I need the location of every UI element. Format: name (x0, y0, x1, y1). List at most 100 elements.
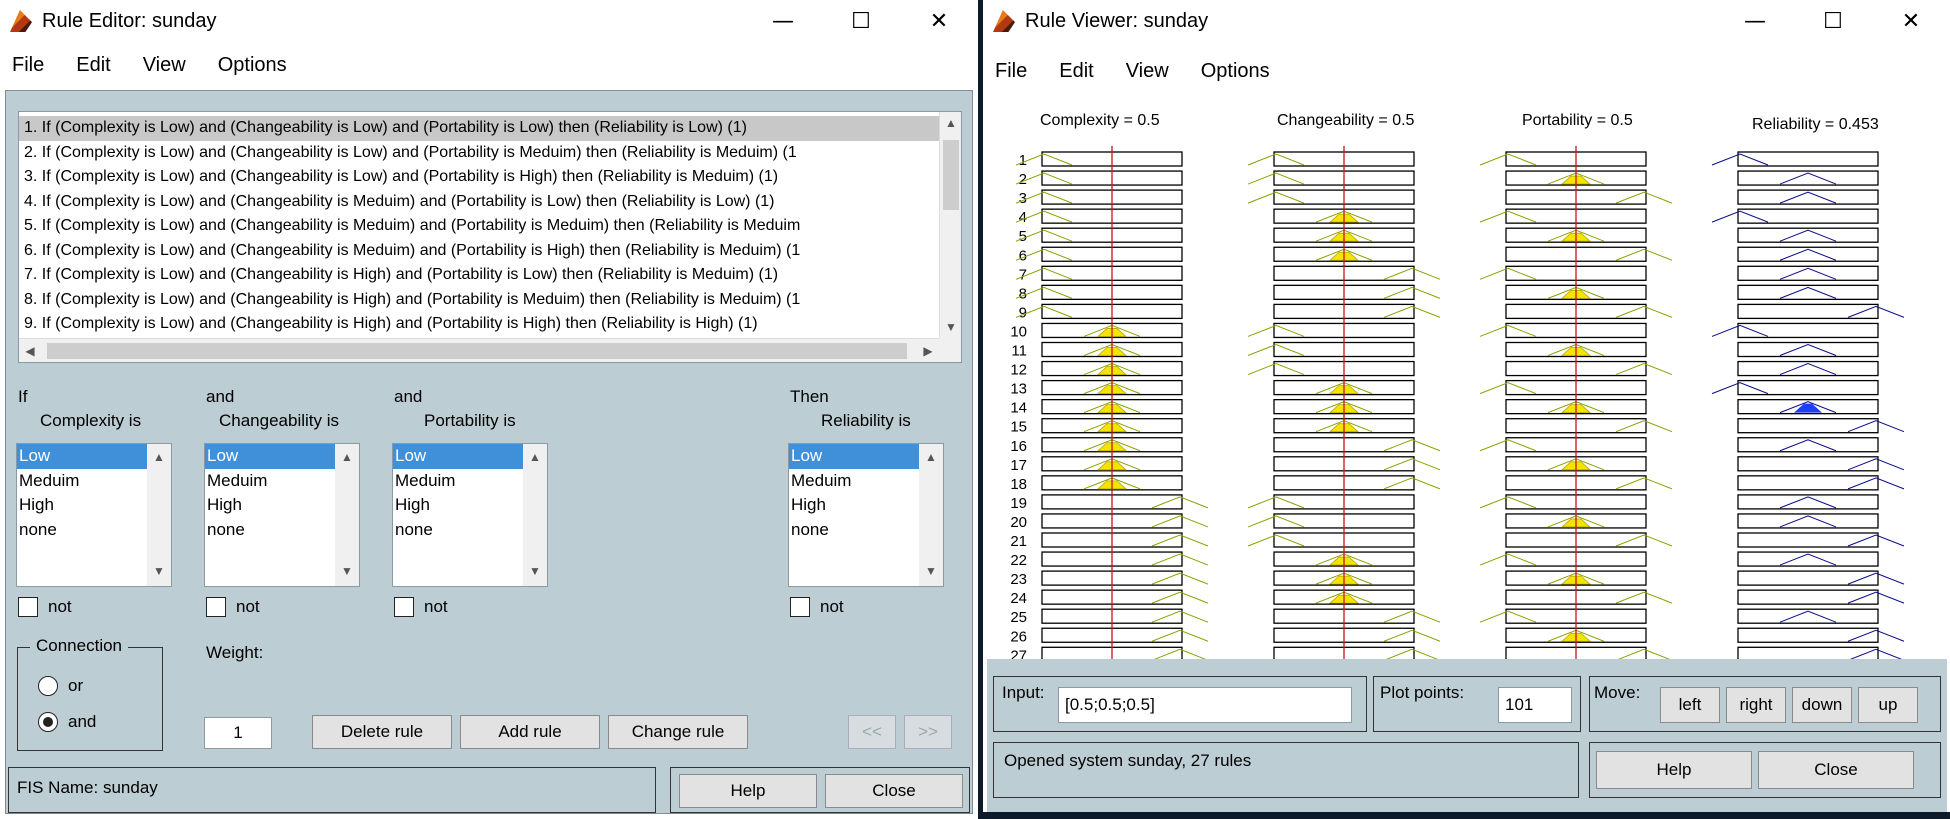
connection-legend: Connection (30, 636, 129, 656)
scroll-down-icon[interactable]: ▼ (148, 564, 170, 578)
or-radio[interactable] (38, 676, 58, 696)
complexity-not-checkbox[interactable] (18, 597, 38, 617)
list-item[interactable]: none (205, 518, 335, 543)
rule-number: 18 (1010, 476, 1027, 493)
scroll-down-icon[interactable]: ▼ (336, 564, 358, 578)
scroll-right-icon[interactable]: ▶ (917, 344, 939, 358)
scroll-up-icon[interactable]: ▲ (336, 450, 358, 464)
move-up-button[interactable]: up (1858, 687, 1918, 723)
list-item[interactable]: Low (789, 444, 919, 469)
list-item[interactable]: Low (17, 444, 147, 469)
scroll-down-icon[interactable]: ▼ (940, 320, 961, 334)
portability-not-checkbox[interactable] (394, 597, 414, 617)
status-panel: Opened system sunday, 27 rules (993, 742, 1579, 798)
list-item[interactable]: none (17, 518, 147, 543)
listbox-scrollbar[interactable]: ▲ ▼ (335, 444, 359, 586)
rule-list[interactable]: 1. If (Complexity is Low) and (Changeabi… (18, 111, 962, 363)
scroll-left-icon[interactable]: ◀ (19, 344, 41, 358)
reliability-not-checkbox[interactable] (790, 597, 810, 617)
listbox-scrollbar[interactable]: ▲ ▼ (147, 444, 171, 586)
scroll-up-icon[interactable]: ▲ (920, 450, 942, 464)
input-field[interactable]: [0.5;0.5;0.5] (1058, 687, 1352, 723)
list-item[interactable]: Meduim (17, 469, 147, 494)
if-label: If (18, 387, 28, 406)
list-item[interactable]: Meduim (205, 469, 335, 494)
rule-number: 19 (1010, 495, 1027, 512)
or-label: or (68, 676, 84, 695)
weight-input[interactable]: 1 (204, 717, 272, 749)
scroll-down-icon[interactable]: ▼ (524, 564, 546, 578)
rule-number: 17 (1010, 457, 1027, 474)
move-right-button[interactable]: right (1726, 687, 1786, 723)
rule-line[interactable]: 8. If (Complexity is Low) and (Changeabi… (19, 288, 941, 313)
close-button[interactable]: Close (825, 774, 963, 808)
prev-button[interactable]: << (848, 715, 896, 749)
menu-file[interactable]: File (12, 54, 44, 77)
reliability-listbox[interactable]: Low Meduim High none ▲ ▼ (788, 443, 944, 587)
list-item[interactable]: Meduim (789, 469, 919, 494)
scroll-up-icon[interactable]: ▲ (524, 450, 546, 464)
list-item[interactable]: Low (393, 444, 523, 469)
rule-line[interactable]: 6. If (Complexity is Low) and (Changeabi… (19, 239, 941, 264)
rule-line[interactable]: 5. If (Complexity is Low) and (Changeabi… (19, 214, 941, 239)
menu-options[interactable]: Options (218, 54, 287, 77)
rule-line[interactable]: 3. If (Complexity is Low) and (Changeabi… (19, 165, 941, 190)
delete-rule-button[interactable]: Delete rule (312, 715, 452, 749)
changeability-not-checkbox[interactable] (206, 597, 226, 617)
menu-view[interactable]: View (1126, 60, 1169, 83)
and-radio[interactable] (38, 712, 58, 732)
rule-line[interactable]: 2. If (Complexity is Low) and (Changeabi… (19, 141, 941, 166)
help-button[interactable]: Help (1596, 751, 1752, 789)
rule-line[interactable]: 9. If (Complexity is Low) and (Changeabi… (19, 312, 941, 337)
menu-view[interactable]: View (143, 54, 186, 77)
minimize-icon[interactable]: — (1716, 0, 1794, 42)
mf-cell (1737, 303, 1879, 320)
maximize-icon[interactable]: ☐ (822, 0, 900, 42)
listbox-scrollbar[interactable]: ▲ ▼ (523, 444, 547, 586)
rule-number: 11 (1011, 343, 1027, 360)
list-item[interactable]: Meduim (393, 469, 523, 494)
close-icon[interactable]: ✕ (900, 0, 978, 42)
changeability-listbox[interactable]: Low Meduim High none ▲ ▼ (204, 443, 360, 587)
scroll-down-icon[interactable]: ▼ (920, 564, 942, 578)
close-button[interactable]: Close (1758, 751, 1914, 789)
rule-number: 9 (1019, 304, 1027, 321)
move-left-button[interactable]: left (1660, 687, 1720, 723)
scroll-thumb[interactable] (47, 343, 907, 359)
list-item[interactable]: Low (205, 444, 335, 469)
change-rule-button[interactable]: Change rule (608, 715, 748, 749)
maximize-icon[interactable]: ☐ (1794, 0, 1872, 42)
rule-list-hscroll[interactable]: ◀ ▶ (19, 338, 941, 362)
scroll-thumb[interactable] (943, 140, 959, 210)
move-down-button[interactable]: down (1792, 687, 1852, 723)
rule-line[interactable]: 7. If (Complexity is Low) and (Changeabi… (19, 263, 941, 288)
next-button[interactable]: >> (904, 715, 952, 749)
menu-file[interactable]: File (995, 60, 1027, 83)
close-icon[interactable]: ✕ (1872, 0, 1950, 42)
scroll-up-icon[interactable]: ▲ (940, 116, 961, 130)
scroll-up-icon[interactable]: ▲ (148, 450, 170, 464)
minimize-icon[interactable]: — (744, 0, 822, 42)
add-rule-button[interactable]: Add rule (460, 715, 600, 749)
list-item[interactable]: High (205, 493, 335, 518)
list-item[interactable]: High (393, 493, 523, 518)
plot-points-field[interactable]: 101 (1498, 687, 1572, 723)
list-item[interactable]: High (17, 493, 147, 518)
rule-line[interactable]: 1. If (Complexity is Low) and (Changeabi… (19, 116, 941, 141)
rule-editor-client: 1. If (Complexity is Low) and (Changeabi… (5, 90, 973, 814)
rule-number: 14 (1010, 400, 1027, 417)
listbox-scrollbar[interactable]: ▲ ▼ (919, 444, 943, 586)
portability-listbox[interactable]: Low Meduim High none ▲ ▼ (392, 443, 548, 587)
list-item[interactable]: High (789, 493, 919, 518)
rule-number: 25 (1010, 609, 1027, 626)
menu-options[interactable]: Options (1201, 60, 1270, 83)
help-button[interactable]: Help (679, 774, 817, 808)
list-item[interactable]: none (393, 518, 523, 543)
menu-edit[interactable]: Edit (76, 54, 110, 77)
rule-plot-area[interactable]: Complexity = 0.5 Changeability = 0.5 Por… (987, 94, 1947, 659)
complexity-listbox[interactable]: Low Meduim High none ▲ ▼ (16, 443, 172, 587)
rule-list-vscroll[interactable]: ▲ ▼ (939, 112, 961, 338)
rule-line[interactable]: 4. If (Complexity is Low) and (Changeabi… (19, 190, 941, 215)
list-item[interactable]: none (789, 518, 919, 543)
menu-edit[interactable]: Edit (1059, 60, 1093, 83)
